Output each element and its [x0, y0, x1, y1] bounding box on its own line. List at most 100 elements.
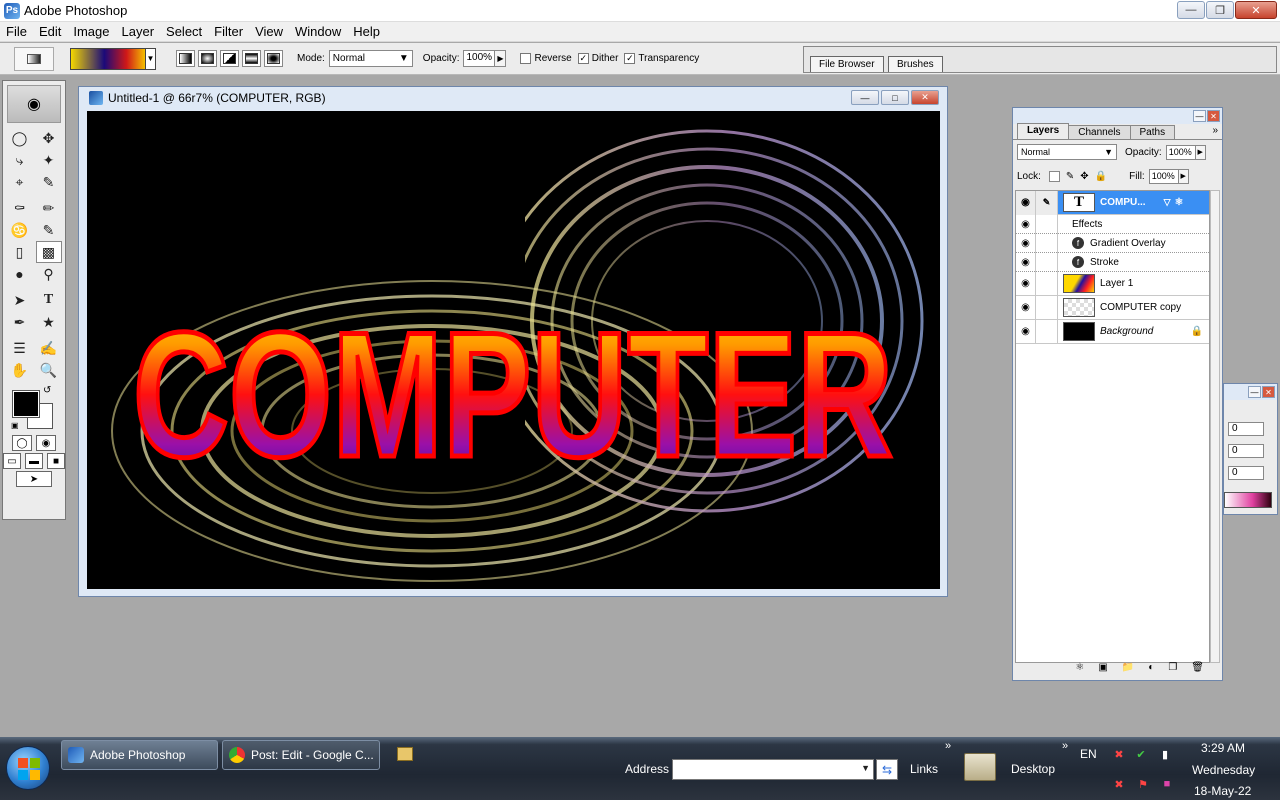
reverse-box[interactable] [520, 53, 532, 64]
adobe-online-button[interactable]: ◉ [7, 85, 61, 123]
link-cell[interactable] [1036, 271, 1058, 296]
toolbar-expand-icon[interactable]: » [945, 740, 951, 752]
app-tray-icon[interactable]: ■ [1160, 777, 1174, 791]
type-tool-icon[interactable]: T [36, 289, 62, 311]
reverse-checkbox[interactable]: Reverse [520, 53, 572, 64]
dodge-tool-icon[interactable]: ⚲ [36, 263, 62, 285]
color-value-field[interactable]: 0 [1228, 422, 1264, 436]
close-button[interactable]: ✕ [1235, 1, 1277, 19]
palette-minimize-button[interactable]: — [1193, 110, 1206, 122]
gradient-picker[interactable]: ▼ [70, 47, 156, 70]
lock-position-icon[interactable]: ✥ [1080, 171, 1088, 182]
healing-brush-icon[interactable]: ⚰ [7, 197, 33, 219]
swap-colors-icon[interactable]: ↺ [43, 385, 51, 396]
hand-tool-icon[interactable]: ✋ [7, 359, 33, 381]
new-set-icon[interactable]: 📁 [1122, 662, 1134, 678]
desktop-label[interactable]: Desktop [1011, 762, 1055, 776]
crop-tool-icon[interactable]: ⌖ [7, 171, 33, 193]
color-ramp[interactable] [1224, 492, 1272, 508]
dither-box[interactable]: ✓ [577, 53, 589, 64]
language-indicator[interactable]: EN [1080, 747, 1097, 761]
flag-icon[interactable]: ⚑ [1136, 777, 1150, 791]
links-label[interactable]: Links [910, 762, 938, 776]
blur-tool-icon[interactable]: ● [7, 263, 33, 285]
layer-row[interactable]: ◉ ✎ T COMPU... ▽ ⚛ [1016, 190, 1209, 215]
linear-gradient-button[interactable] [176, 50, 195, 67]
add-style-icon[interactable]: ⚛ [1075, 662, 1084, 678]
tab-paths[interactable]: Paths [1129, 125, 1176, 139]
jump-to-imageready-button[interactable]: ➤ [16, 471, 52, 487]
layer-opacity-arrow[interactable]: ▶ [1195, 144, 1206, 160]
toolbar-expand-icon[interactable]: » [1062, 740, 1068, 752]
reflected-gradient-button[interactable] [242, 50, 261, 67]
security-icon[interactable]: ✔ [1134, 747, 1148, 761]
canvas[interactable]: COMPUTER [87, 111, 940, 589]
opacity-input[interactable]: 100% [463, 50, 496, 67]
gradient-tool-icon[interactable]: ▩ [35, 241, 62, 263]
color-value-field[interactable]: 0 [1228, 444, 1264, 458]
clock-day[interactable]: Wednesday [1192, 763, 1255, 777]
menu-select[interactable]: Select [160, 24, 208, 39]
standard-mode-button[interactable]: ◯ [12, 435, 32, 451]
trash-icon[interactable]: 🗑 [1191, 662, 1204, 678]
eraser-tool-icon[interactable]: ▯ [7, 241, 33, 263]
angle-gradient-button[interactable] [220, 50, 239, 67]
layer-row[interactable]: ◉ Layer 1 [1016, 271, 1209, 296]
fill-input[interactable]: 100% [1148, 168, 1179, 184]
screen-mode-standard[interactable]: ▭ [3, 453, 21, 469]
menu-help[interactable]: Help [347, 24, 386, 39]
lock-all-icon[interactable]: 🔒 [1095, 171, 1107, 182]
brush-tool-icon[interactable]: ✏ [36, 197, 62, 219]
volume-icon[interactable]: ▮ [1158, 747, 1172, 761]
clock-time[interactable]: 3:29 AM [1201, 741, 1245, 755]
visibility-eye-icon[interactable]: ◉ [1016, 233, 1036, 253]
marquee-tool-icon[interactable]: ◯ [7, 127, 33, 149]
effect-row[interactable]: ◉ f Gradient Overlay [1016, 233, 1209, 253]
address-input[interactable]: ▼ [672, 759, 874, 780]
network-error-icon[interactable]: ✖ [1112, 747, 1126, 761]
start-button[interactable] [6, 746, 50, 790]
file-browser-tab[interactable]: File Browser [810, 56, 884, 72]
new-layer-icon[interactable]: ❐ [1168, 662, 1177, 678]
visibility-eye-icon[interactable]: ◉ [1016, 319, 1036, 344]
adjustment-layer-icon[interactable]: ◐ [1148, 662, 1154, 678]
expand-effects-icon[interactable]: ▽ [1164, 197, 1171, 208]
minimize-button[interactable]: — [1177, 1, 1205, 19]
lock-transparency-icon[interactable] [1048, 170, 1060, 182]
chevron-down-icon[interactable]: ▼ [145, 48, 155, 69]
gradient-swatch[interactable] [71, 48, 145, 69]
notes-tool-icon[interactable]: ☰ [7, 337, 33, 359]
menu-filter[interactable]: Filter [208, 24, 249, 39]
visibility-eye-icon[interactable]: ◉ [1016, 190, 1036, 215]
folder-icon[interactable] [397, 747, 413, 761]
layers-scrollbar[interactable] [1210, 190, 1220, 663]
visibility-eye-icon[interactable]: ◉ [1016, 271, 1036, 296]
layer-row[interactable]: ◉ Background 🔒 [1016, 319, 1209, 344]
visibility-eye-icon[interactable]: ◉ [1016, 252, 1036, 272]
network-icon[interactable]: ✖ [1112, 777, 1126, 791]
slice-tool-icon[interactable]: ✎ [36, 171, 62, 193]
menu-image[interactable]: Image [67, 24, 115, 39]
palette2-minimize-button[interactable]: — [1248, 386, 1261, 398]
dither-checkbox[interactable]: ✓ Dither [577, 53, 618, 64]
path-selection-icon[interactable]: ➤ [7, 289, 33, 311]
mode-select[interactable]: Normal ▼ [328, 50, 413, 67]
layer-opacity-input[interactable]: 100% [1165, 144, 1196, 160]
palette2-close-button[interactable]: ✕ [1262, 386, 1275, 398]
menu-file[interactable]: File [0, 24, 33, 39]
brushes-tab[interactable]: Brushes [888, 56, 943, 72]
menu-layer[interactable]: Layer [116, 24, 161, 39]
color-value-field[interactable]: 0 [1228, 466, 1264, 480]
pen-tool-icon[interactable]: ✒ [7, 311, 33, 333]
radial-gradient-button[interactable] [198, 50, 217, 67]
move-tool-icon[interactable]: ✥ [36, 127, 62, 149]
menu-view[interactable]: View [249, 24, 289, 39]
lasso-tool-icon[interactable]: ⤷ [7, 149, 33, 171]
eyedropper-icon[interactable]: ✍ [36, 337, 62, 359]
menu-edit[interactable]: Edit [33, 24, 67, 39]
shape-tool-icon[interactable]: ★ [36, 311, 62, 333]
doc-minimize-button[interactable]: — [851, 90, 879, 105]
screen-mode-full[interactable]: ■ [47, 453, 65, 469]
link-cell[interactable] [1036, 319, 1058, 344]
transparency-box[interactable]: ✓ [624, 53, 636, 64]
